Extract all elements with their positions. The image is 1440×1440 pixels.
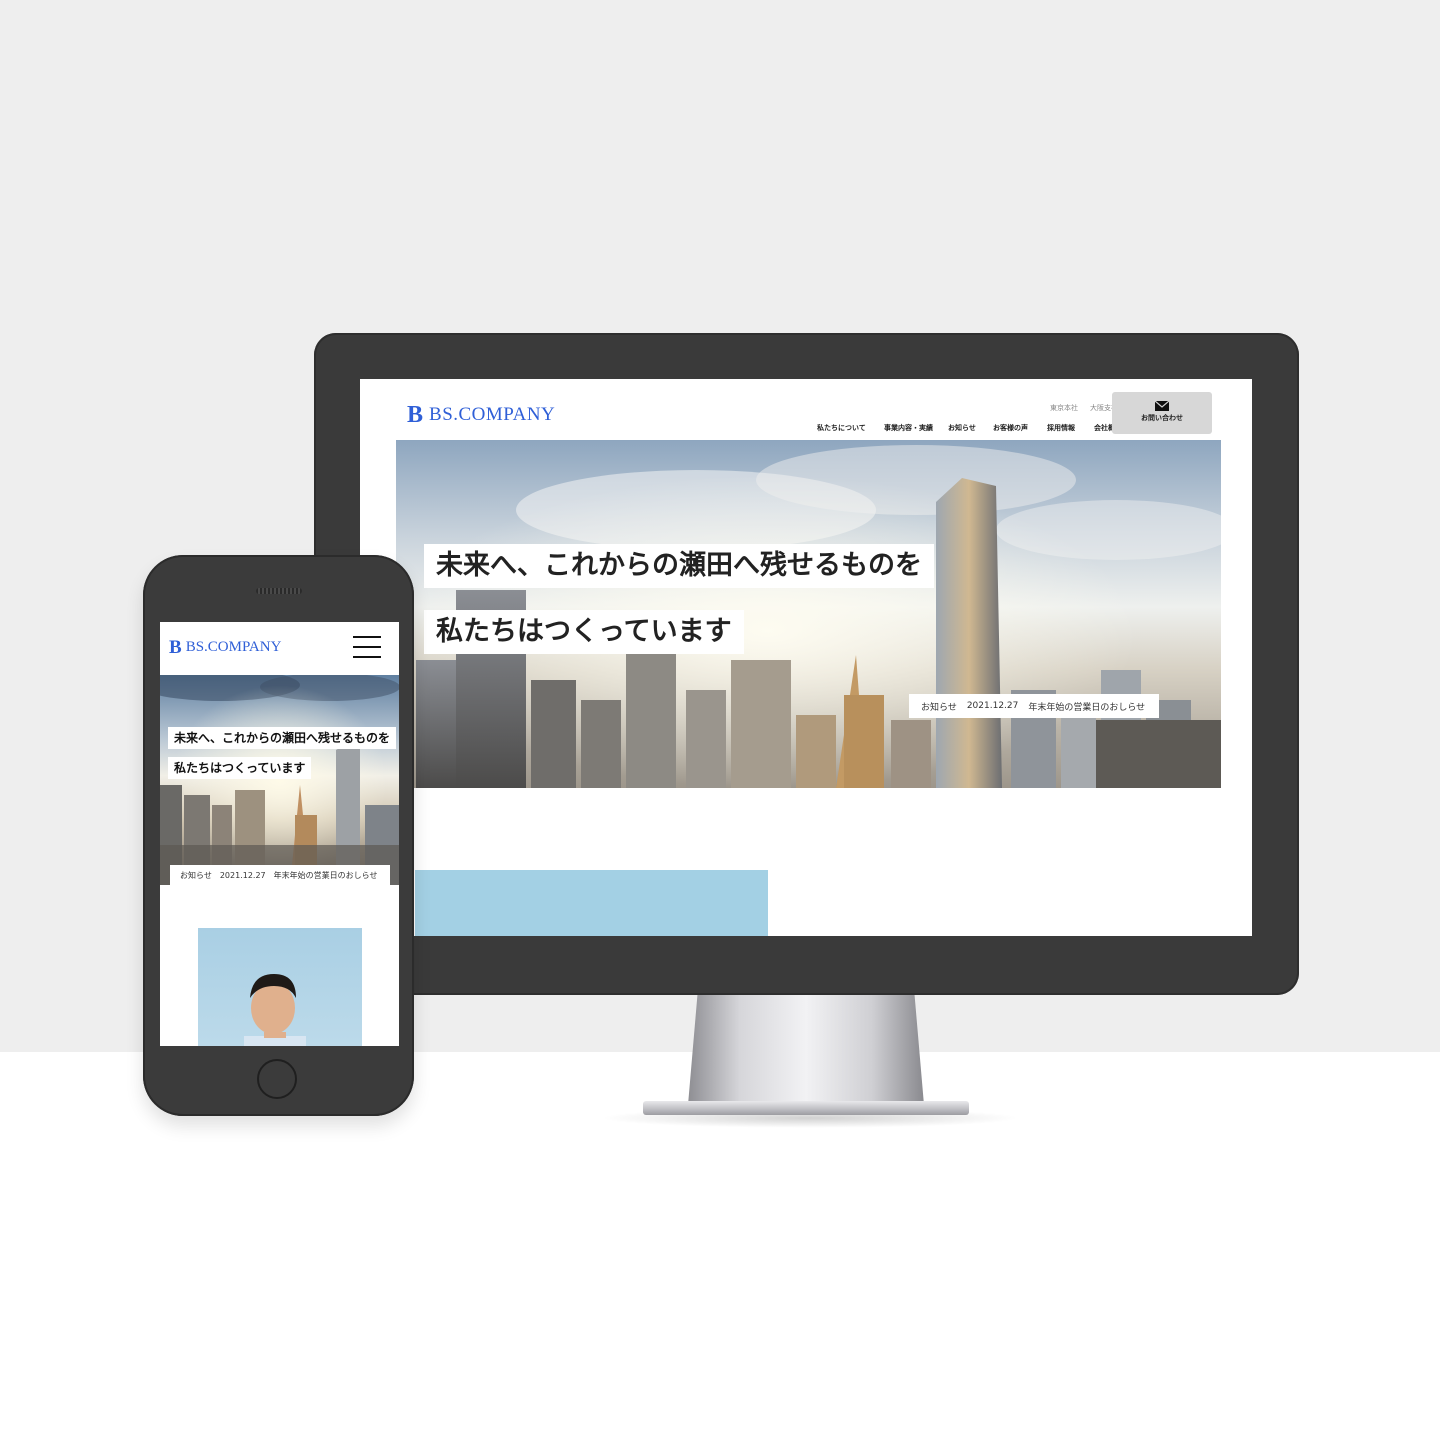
mobile-logo[interactable]: B BS.COMPANY bbox=[169, 638, 281, 657]
nav-about[interactable]: 私たちについて bbox=[817, 423, 866, 433]
contact-label: お問い合わせ bbox=[1141, 414, 1183, 422]
home-button[interactable] bbox=[257, 1059, 297, 1099]
top-link-tokyo[interactable]: 東京本社 bbox=[1050, 403, 1078, 413]
mobile-site: B BS.COMPANY 未来へ、これからの瀬田へ残せるものを 私たちはつくって… bbox=[160, 622, 399, 1046]
news-date: 2021.12.27 bbox=[219, 870, 266, 880]
mobile-hero-image: 未来へ、これからの瀬田へ残せるものを 私たちはつくっています bbox=[160, 675, 399, 885]
desktop-site: B BS.COMPANY 東京本社 大阪支社 私たちについて 事業内容・実績 お… bbox=[360, 379, 1252, 936]
news-label: お知らせ bbox=[180, 870, 212, 880]
hero-image: 未来へ、これからの瀬田へ残せるものを 私たちはつくっています bbox=[396, 440, 1221, 788]
news-label: お知らせ bbox=[921, 702, 957, 713]
hero-headline-line1: 未来へ、これからの瀬田へ残せるものを bbox=[424, 544, 934, 588]
monitor-stand-base bbox=[643, 1101, 969, 1115]
nav-voices[interactable]: お客様の声 bbox=[993, 423, 1028, 433]
news-date: 2021.12.27 bbox=[966, 701, 1019, 711]
nav-business[interactable]: 事業内容・実績 bbox=[884, 423, 933, 433]
phone-speaker bbox=[256, 588, 302, 594]
hamburger-icon[interactable] bbox=[353, 636, 381, 660]
desktop-logo[interactable]: B BS.COMPANY bbox=[407, 403, 555, 427]
news-ticker[interactable]: お知らせ 2021.12.27 年末年始の営業日のおしらせ bbox=[909, 694, 1159, 718]
hero-headline-line2: 私たちはつくっています bbox=[424, 610, 744, 654]
mobile-headline-line2: 私たちはつくっています bbox=[168, 757, 312, 780]
envelope-icon bbox=[1155, 401, 1169, 411]
nav-recruit[interactable]: 採用情報 bbox=[1047, 423, 1075, 433]
person-illustration bbox=[244, 974, 306, 1046]
contact-button[interactable]: お問い合わせ bbox=[1112, 392, 1212, 434]
nav-news[interactable]: お知らせ bbox=[948, 423, 976, 433]
logo-mark: B bbox=[169, 637, 182, 658]
news-title[interactable]: 年末年始の営業日のおしらせ bbox=[274, 870, 378, 881]
mobile-headline-line1: 未来へ、これからの瀬田へ残せるものを bbox=[168, 727, 397, 750]
news-title[interactable]: 年末年始の営業日のおしらせ bbox=[1028, 700, 1145, 713]
logo-mark: B bbox=[407, 402, 424, 428]
logo-text: BS.COMPANY bbox=[429, 404, 556, 425]
logo-text: BS.COMPANY bbox=[185, 639, 282, 655]
staff-photo bbox=[198, 928, 362, 1046]
mobile-news-ticker[interactable]: お知らせ 2021.12.27 年末年始の営業日のおしらせ bbox=[170, 865, 390, 885]
accent-panel bbox=[415, 870, 768, 936]
city-skyline-illustration bbox=[160, 675, 399, 885]
monitor-stand-neck bbox=[688, 995, 924, 1105]
